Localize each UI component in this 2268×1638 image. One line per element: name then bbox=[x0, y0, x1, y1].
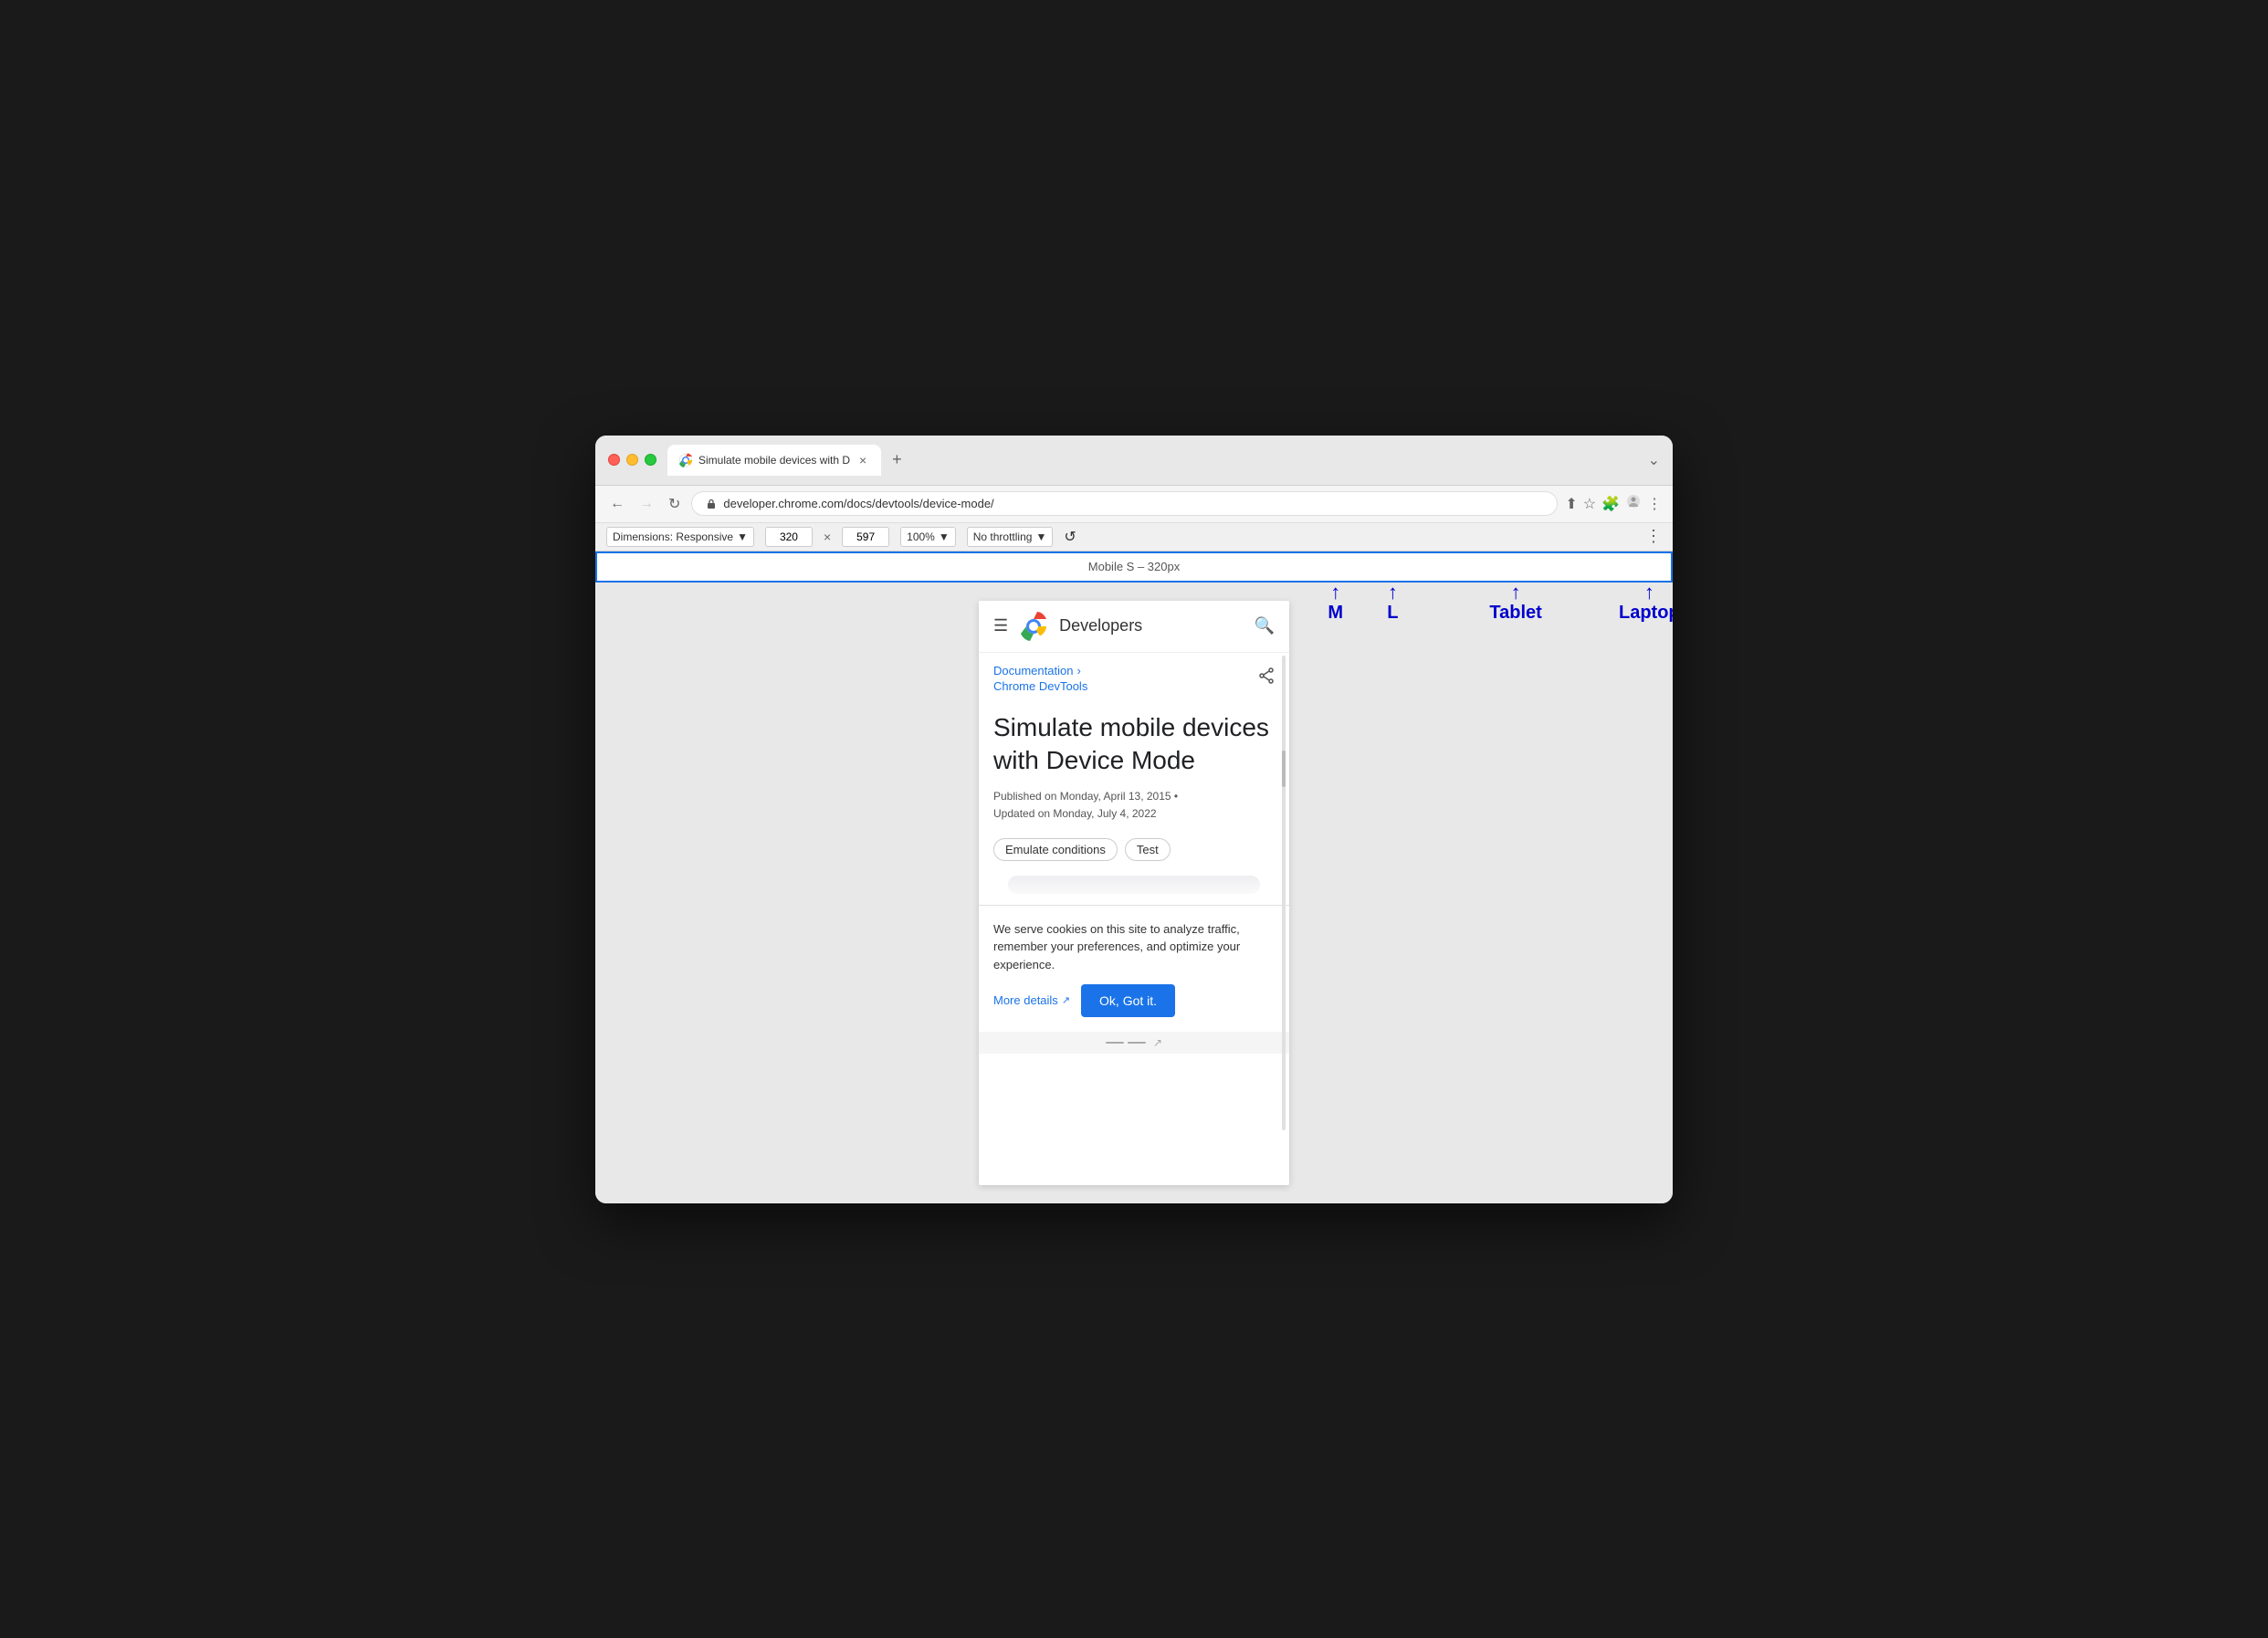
multiply-sign: × bbox=[824, 530, 831, 544]
maximize-traffic-light[interactable] bbox=[645, 454, 656, 466]
laptop-arrow: ↑ Laptop bbox=[1619, 583, 1673, 624]
more-details-label: More details bbox=[993, 992, 1058, 1010]
mobile-m-arrow: ↑ M bbox=[1328, 583, 1343, 624]
dimensions-arrow-icon: ▼ bbox=[737, 530, 748, 543]
published-date: Published on Monday, April 13, 2015 • bbox=[993, 788, 1275, 805]
more-details-link[interactable]: More details ↗ bbox=[993, 992, 1070, 1010]
dimensions-label: Dimensions: Responsive bbox=[613, 530, 733, 543]
traffic-lights bbox=[608, 454, 656, 466]
search-icon[interactable]: 🔍 bbox=[1255, 616, 1275, 635]
throttle-dropdown[interactable]: No throttling ▼ bbox=[967, 527, 1054, 547]
breadcrumb-sublink[interactable]: Chrome DevTools bbox=[993, 679, 1087, 693]
forward-button[interactable]: → bbox=[635, 492, 657, 516]
devtools-more-icon[interactable]: ⋮ bbox=[1645, 527, 1662, 546]
breadcrumb-sublink-text: Chrome DevTools bbox=[993, 679, 1087, 693]
browser-window: Simulate mobile devices with D × + ⌄ ← →… bbox=[595, 436, 1673, 1203]
profile-icon[interactable] bbox=[1625, 493, 1642, 514]
browser-tab[interactable]: Simulate mobile devices with D × bbox=[667, 445, 881, 476]
device-bar: Mobile S – 320px bbox=[595, 551, 1673, 583]
breadcrumb-area: Documentation › Chrome DevTools bbox=[979, 653, 1289, 700]
zoom-arrow-icon: ▼ bbox=[939, 530, 950, 543]
extension-icon[interactable]: 🧩 bbox=[1601, 495, 1620, 513]
hamburger-menu-icon[interactable]: ☰ bbox=[993, 616, 1008, 635]
close-traffic-light[interactable] bbox=[608, 454, 620, 466]
chrome-favicon bbox=[678, 453, 693, 467]
cookie-text: We serve cookies on this site to analyze… bbox=[993, 920, 1275, 974]
back-button[interactable]: ← bbox=[606, 492, 628, 516]
mobile-l-label: L bbox=[1387, 603, 1398, 624]
title-bar: Simulate mobile devices with D × + ⌄ bbox=[595, 436, 1673, 486]
page-footer-bar: ↗ bbox=[979, 1032, 1289, 1054]
page-header-left: ☰ Developers bbox=[993, 612, 1142, 641]
nav-bar: ← → ↻ developer.chrome.com/docs/devtools… bbox=[595, 486, 1673, 523]
ok-got-it-button[interactable]: Ok, Got it. bbox=[1081, 984, 1175, 1017]
cookie-actions: More details ↗ Ok, Got it. bbox=[993, 984, 1275, 1017]
breadcrumb-links: Documentation › Chrome DevTools bbox=[993, 664, 1087, 693]
zoom-dropdown[interactable]: 100% ▼ bbox=[900, 527, 956, 547]
footer-drag-handle-icon bbox=[1106, 1042, 1146, 1044]
devtools-toolbar: Dimensions: Responsive ▼ × 100% ▼ No thr… bbox=[595, 523, 1673, 551]
developers-brand-text: Developers bbox=[1059, 616, 1142, 635]
partial-content-block bbox=[1008, 876, 1260, 894]
tablet-arrow: ↑ Tablet bbox=[1489, 583, 1541, 624]
article-title: Simulate mobile devices with Device Mode bbox=[993, 711, 1275, 778]
address-bar[interactable]: developer.chrome.com/docs/devtools/devic… bbox=[691, 491, 1558, 516]
dimensions-dropdown[interactable]: Dimensions: Responsive ▼ bbox=[606, 527, 754, 547]
breadcrumb-chevron-icon: › bbox=[1076, 664, 1080, 677]
nav-icons: ⬆ ☆ 🧩 ⋮ bbox=[1565, 493, 1662, 514]
new-tab-button[interactable]: + bbox=[885, 446, 909, 473]
url-text: developer.chrome.com/docs/devtools/devic… bbox=[723, 497, 1544, 510]
device-bar-label: Mobile S – 320px bbox=[1088, 560, 1180, 573]
zoom-label: 100% bbox=[907, 530, 935, 543]
height-input[interactable] bbox=[842, 527, 889, 547]
tab-title: Simulate mobile devices with D bbox=[698, 454, 850, 467]
arrow-up-m-icon: ↑ bbox=[1330, 583, 1340, 603]
tag-test[interactable]: Test bbox=[1125, 838, 1171, 861]
width-input[interactable] bbox=[765, 527, 813, 547]
article-dates: Published on Monday, April 13, 2015 • Up… bbox=[993, 788, 1275, 823]
minimize-traffic-light[interactable] bbox=[626, 454, 638, 466]
arrow-up-tablet-icon: ↑ bbox=[1511, 583, 1521, 603]
laptop-label: Laptop bbox=[1619, 603, 1673, 624]
article-content: Simulate mobile devices with Device Mode… bbox=[979, 700, 1289, 905]
mobile-m-label: M bbox=[1328, 603, 1343, 624]
tabs-area: Simulate mobile devices with D × + bbox=[667, 445, 1637, 476]
bookmark-icon[interactable]: ☆ bbox=[1583, 495, 1596, 513]
external-link-icon: ↗ bbox=[1062, 993, 1070, 1009]
chrome-logo-icon bbox=[1019, 612, 1048, 641]
more-options-icon[interactable]: ⋮ bbox=[1647, 495, 1662, 513]
share-page-icon[interactable] bbox=[1258, 667, 1275, 688]
breadcrumb-doc-text: Documentation bbox=[993, 664, 1073, 677]
resize-handle-icon[interactable]: ↗ bbox=[1153, 1036, 1162, 1049]
scrollbar-thumb[interactable] bbox=[1282, 751, 1286, 787]
arrow-up-laptop-icon: ↑ bbox=[1644, 583, 1654, 603]
throttle-arrow-icon: ▼ bbox=[1035, 530, 1046, 543]
page-header: ☰ Developers 🔍 bbox=[979, 601, 1289, 653]
tablet-label: Tablet bbox=[1489, 603, 1541, 624]
window-control-chevron[interactable]: ⌄ bbox=[1648, 451, 1660, 469]
mobile-l-arrow: ↑ L bbox=[1387, 583, 1398, 624]
share-icon[interactable]: ⬆ bbox=[1565, 495, 1577, 513]
lock-icon bbox=[705, 498, 718, 510]
tag-emulate[interactable]: Emulate conditions bbox=[993, 838, 1118, 861]
throttle-label: No throttling bbox=[973, 530, 1033, 543]
updated-date: Updated on Monday, July 4, 2022 bbox=[993, 805, 1275, 823]
cookie-banner: We serve cookies on this site to analyze… bbox=[979, 905, 1289, 1033]
breadcrumb-doc-link[interactable]: Documentation › bbox=[993, 664, 1087, 677]
content-area: ↑ M ↑ L ↑ Tablet ↑ Laptop bbox=[595, 583, 1673, 1203]
scrollbar[interactable] bbox=[1282, 656, 1286, 1130]
reload-button[interactable]: ↻ bbox=[665, 491, 684, 517]
simulated-page: ☰ Developers 🔍 bbox=[979, 601, 1289, 1185]
tags-area: Emulate conditions Test bbox=[993, 838, 1275, 861]
tab-close-button[interactable]: × bbox=[856, 453, 870, 467]
rotate-icon[interactable]: ↺ bbox=[1064, 528, 1076, 546]
arrow-up-l-icon: ↑ bbox=[1388, 583, 1398, 603]
